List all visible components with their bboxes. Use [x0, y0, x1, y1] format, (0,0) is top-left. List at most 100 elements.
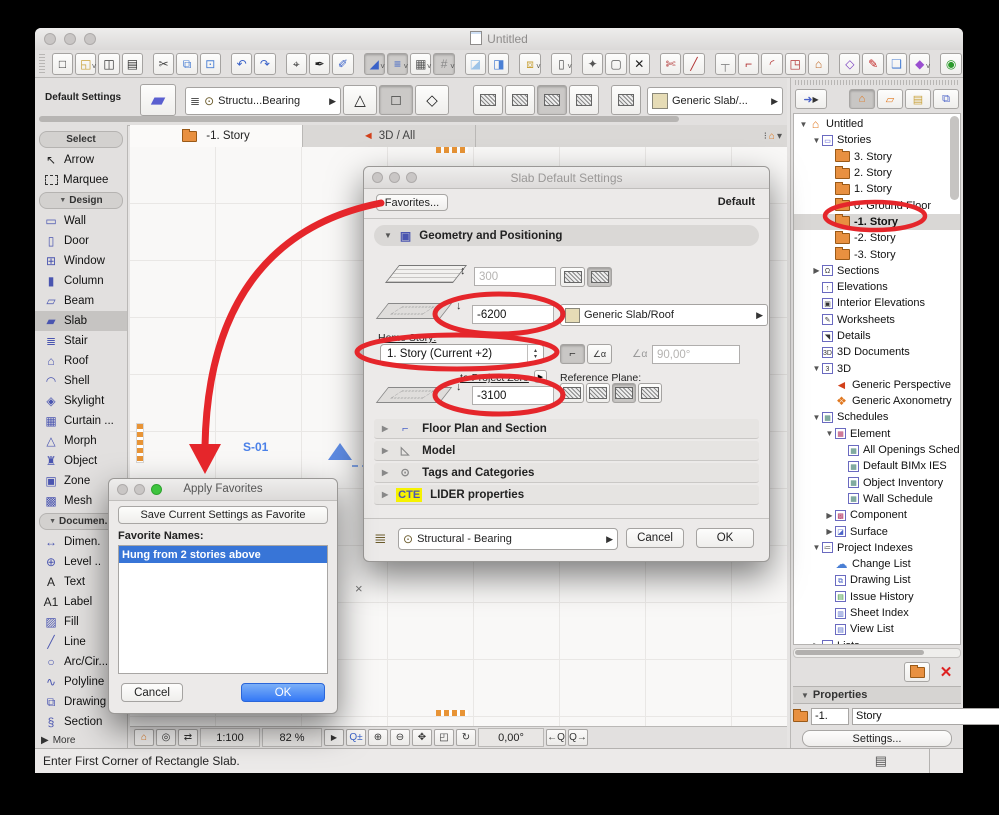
- dialog-layer-combo[interactable]: ⊙ Structural - Bearing ▶: [398, 528, 618, 550]
- geometry-rectangle-button[interactable]: □: [379, 85, 413, 115]
- pen-sets-button[interactable]: ✎: [862, 52, 884, 75]
- bottom-offset-field[interactable]: [472, 386, 554, 405]
- nav-item-0-ground-floor[interactable]: 0. Ground Floor: [794, 197, 960, 213]
- story-number-field[interactable]: [811, 707, 849, 725]
- cut-button[interactable]: ✂: [153, 52, 175, 75]
- thickness-method-2-button[interactable]: [587, 267, 612, 287]
- zoom-options-button[interactable]: Q±: [346, 729, 366, 746]
- favorites-ok-button[interactable]: OK: [241, 683, 325, 702]
- section-tags-and-categories[interactable]: ▶ ⊙ Tags and Categories: [374, 463, 759, 483]
- tool-object[interactable]: ♜ Object: [35, 451, 127, 471]
- tool-roof[interactable]: ⌂ Roof: [35, 351, 127, 371]
- tool-skylight[interactable]: ◈ Skylight: [35, 391, 127, 411]
- nav-item-1-story[interactable]: 1. Story: [794, 181, 960, 197]
- nav-item-generic-axonometry[interactable]: ❖ Generic Axonometry: [794, 393, 960, 409]
- nav-schedules-expander[interactable]: ▼: [811, 413, 822, 422]
- save-current-settings-button[interactable]: Save Current Settings as Favorite: [118, 506, 328, 524]
- nav-item-lists[interactable]: ▶≣ Lists: [794, 638, 960, 644]
- nav-item-sheet-index[interactable]: ▥ Sheet Index: [794, 605, 960, 621]
- edge-angle-field[interactable]: [652, 345, 740, 364]
- drawing-manager-icon[interactable]: ▤: [875, 753, 887, 769]
- trace-reference-button[interactable]: ◪: [464, 52, 487, 75]
- zoom-out-button[interactable]: ⊖: [390, 729, 410, 746]
- pan-hand-button[interactable]: ✥: [412, 729, 432, 746]
- nav-item-3-story[interactable]: -3. Story: [794, 246, 960, 262]
- nav-item-wall-schedule[interactable]: ▦ Wall Schedule: [794, 491, 960, 507]
- section-floor-plan-and-section[interactable]: ▶ ⌐ Floor Plan and Section: [374, 419, 759, 439]
- tags-and-categories-expand-arrow[interactable]: ▶: [382, 468, 388, 477]
- layer-combo[interactable]: ≣ ⊙ Structu...Bearing ▶: [185, 87, 341, 115]
- new-document-button[interactable]: □: [51, 52, 74, 75]
- dialog-ok-button[interactable]: OK: [696, 528, 754, 548]
- properties-section-header[interactable]: ▼ Properties: [793, 686, 961, 704]
- favorites-button[interactable]: Favorites...: [376, 194, 448, 211]
- redo-button[interactable]: ↷: [254, 52, 276, 75]
- quick-options-button[interactable]: ⌂: [134, 729, 154, 746]
- virtual-trace-button[interactable]: ◨: [488, 52, 510, 75]
- zoom-in-button[interactable]: ⊕: [368, 729, 388, 746]
- reference-bottom-button[interactable]: [537, 85, 567, 115]
- surface-combo[interactable]: Generic Slab/... ▶: [647, 87, 783, 115]
- nav-item-2-story[interactable]: -2. Story: [794, 230, 960, 246]
- tool-marquee[interactable]: Marquee: [35, 170, 127, 190]
- nav-item-schedules[interactable]: ▼ ▦ Schedules: [794, 409, 960, 425]
- thickness-method-1-button[interactable]: [560, 267, 585, 287]
- to-project-zero-menu-button[interactable]: ▶: [534, 370, 547, 383]
- delete-item-button[interactable]: ✕: [933, 662, 959, 682]
- pick-up-parameters-button[interactable]: ✒: [308, 52, 331, 75]
- properties-collapse-arrow[interactable]: ▼: [801, 691, 809, 700]
- gravity-button[interactable]: ◢ ˅: [363, 52, 385, 75]
- element-information-button[interactable]: ▯ ˅: [550, 52, 573, 75]
- tool-curtain[interactable]: ▦ Curtain ...: [35, 411, 127, 431]
- tool-arrow[interactable]: ↖ Arrow: [35, 150, 127, 170]
- tool-section[interactable]: § Section: [35, 712, 127, 732]
- nav-project-indexes-expander[interactable]: ▼: [811, 543, 822, 552]
- element-transfer-button[interactable]: ❑: [885, 52, 908, 75]
- nav-item-1-story[interactable]: -1. Story: [794, 213, 960, 231]
- nav-item-surface[interactable]: ▶ ◪ Surface: [794, 523, 960, 539]
- tool-more[interactable]: ▶ More: [35, 732, 127, 748]
- nav-item-change-list[interactable]: ☁ Change List: [794, 556, 960, 572]
- fillet-chamfer-button[interactable]: ◜: [761, 52, 783, 75]
- home-story-stepper[interactable]: ▴ ▾: [527, 345, 543, 363]
- tool-shell[interactable]: ◠ Shell: [35, 371, 127, 391]
- settings-button[interactable]: Settings...: [802, 730, 952, 747]
- view-map-tab[interactable]: ▱: [877, 89, 903, 109]
- save-button[interactable]: ◫: [98, 52, 120, 75]
- geometry-polygon-button[interactable]: △: [343, 85, 377, 115]
- stretch-home-button[interactable]: ⌂: [807, 52, 830, 75]
- split-button[interactable]: ╱: [683, 52, 705, 75]
- tool-stair[interactable]: ≣ Stair: [35, 331, 127, 351]
- edge-custom-angle-button[interactable]: ∠α: [587, 344, 612, 364]
- nav-item-drawing-list[interactable]: ⧉ Drawing List: [794, 572, 960, 588]
- rotation-angle-field[interactable]: 0,00°: [478, 728, 544, 747]
- favorites-palette-button[interactable]: ◆ ˅: [909, 52, 931, 75]
- nav-item-3d-documents[interactable]: 3D 3D Documents: [794, 344, 960, 360]
- tool-beam[interactable]: ▱ Beam: [35, 291, 127, 311]
- layers-quick-button[interactable]: ⧈ ˅: [519, 52, 541, 75]
- favorites-cancel-button[interactable]: Cancel: [121, 683, 183, 702]
- zoom-to-selection-button[interactable]: ◎: [156, 729, 176, 746]
- nav-item-view-list[interactable]: ▤ View List: [794, 621, 960, 637]
- undo-button[interactable]: ↶: [230, 52, 253, 75]
- resize-button[interactable]: ◳: [784, 52, 806, 75]
- lider-properties-expand-arrow[interactable]: ▶: [382, 490, 388, 499]
- print-button[interactable]: ▤: [121, 52, 144, 75]
- favorite-item-hung-from-2-stories-above[interactable]: Hung from 2 stories above: [119, 546, 327, 563]
- nav-surface-expander[interactable]: ▶: [824, 527, 835, 536]
- design-section-header[interactable]: ▼ Design: [39, 192, 123, 209]
- tool-wall[interactable]: ▭ Wall: [35, 211, 127, 231]
- tree-vertical-scrollbar[interactable]: [950, 116, 959, 200]
- geometry-rotated-rectangle-button[interactable]: ◇: [415, 85, 449, 115]
- nav-item-project-indexes[interactable]: ▼ ≔ Project Indexes: [794, 540, 960, 556]
- start-edit-mode-button[interactable]: ◉: [940, 52, 962, 75]
- next-zoom-button[interactable]: Q→: [568, 729, 588, 746]
- edge-type-button[interactable]: [611, 85, 641, 115]
- nav-component-expander[interactable]: ▶: [824, 511, 835, 520]
- nav-item-elevations[interactable]: ↑ Elevations: [794, 279, 960, 295]
- nav-item-2-story[interactable]: 2. Story: [794, 165, 960, 181]
- tab-bar-options-button[interactable]: ⁝ ⌂ ▾: [764, 125, 787, 147]
- nav-item-stories[interactable]: ▼ ▭ Stories: [794, 132, 960, 148]
- tool-slab[interactable]: ▰ Slab: [35, 311, 127, 331]
- nav-item-component[interactable]: ▶ ▩ Component: [794, 507, 960, 523]
